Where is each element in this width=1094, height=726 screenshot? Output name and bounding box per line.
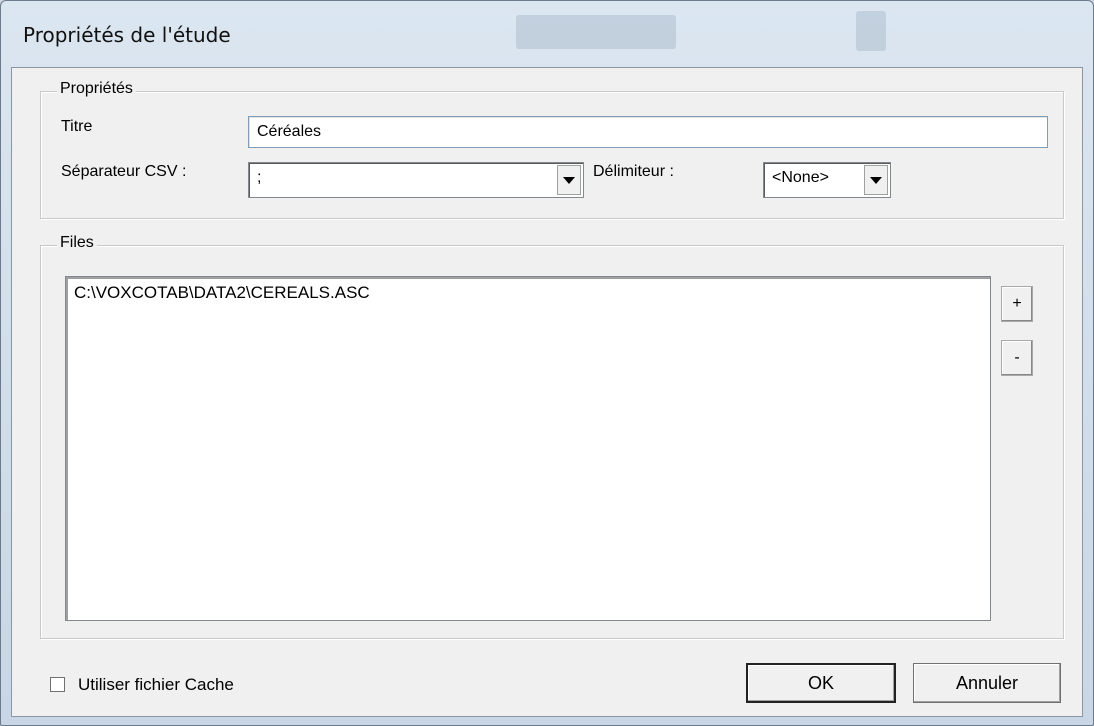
properties-group: Propriétés Titre Céréales Séparateur CSV… — [40, 80, 1064, 219]
use-cache-label[interactable]: Utiliser fichier Cache — [78, 675, 234, 695]
files-group-legend: Files — [57, 234, 97, 252]
window-title: Propriétés de l'étude — [23, 23, 231, 47]
title-label: Titre — [61, 118, 93, 135]
csv-separator-select[interactable]: ; — [248, 162, 584, 198]
chevron-down-icon — [563, 176, 575, 184]
delimiter-label: Délimiteur : — [593, 163, 674, 180]
add-file-button[interactable]: + — [1001, 286, 1033, 322]
delimiter-value: <None> — [772, 169, 829, 186]
title-bar[interactable]: Propriétés de l'étude — [1, 1, 1093, 67]
csv-separator-value: ; — [257, 169, 262, 186]
list-item[interactable]: C:\VOXCOTAB\DATA2\CEREALS.ASC — [74, 283, 370, 303]
properties-group-legend: Propriétés — [57, 80, 136, 98]
chevron-down-icon — [870, 176, 882, 184]
ok-button[interactable]: OK — [746, 663, 896, 703]
delimiter-select[interactable]: <None> — [763, 162, 891, 198]
title-input[interactable]: Céréales — [248, 116, 1048, 148]
title-bar-reflection-2 — [856, 11, 886, 51]
delimiter-dropdown-button[interactable] — [864, 165, 888, 195]
cancel-button[interactable]: Annuler — [913, 663, 1061, 703]
use-cache-checkbox[interactable] — [50, 677, 65, 692]
title-bar-reflection — [516, 15, 676, 49]
csv-separator-dropdown-button[interactable] — [557, 165, 581, 195]
dialog-window: Propriétés de l'étude Propriétés Titre C… — [0, 0, 1094, 726]
files-listbox[interactable]: C:\VOXCOTAB\DATA2\CEREALS.ASC — [65, 276, 991, 621]
dialog-client-area: Propriétés Titre Céréales Séparateur CSV… — [11, 67, 1083, 717]
remove-file-button[interactable]: - — [1001, 340, 1033, 376]
files-group: Files C:\VOXCOTAB\DATA2\CEREALS.ASC + - — [40, 234, 1064, 639]
csv-separator-label: Séparateur CSV : — [61, 163, 187, 180]
